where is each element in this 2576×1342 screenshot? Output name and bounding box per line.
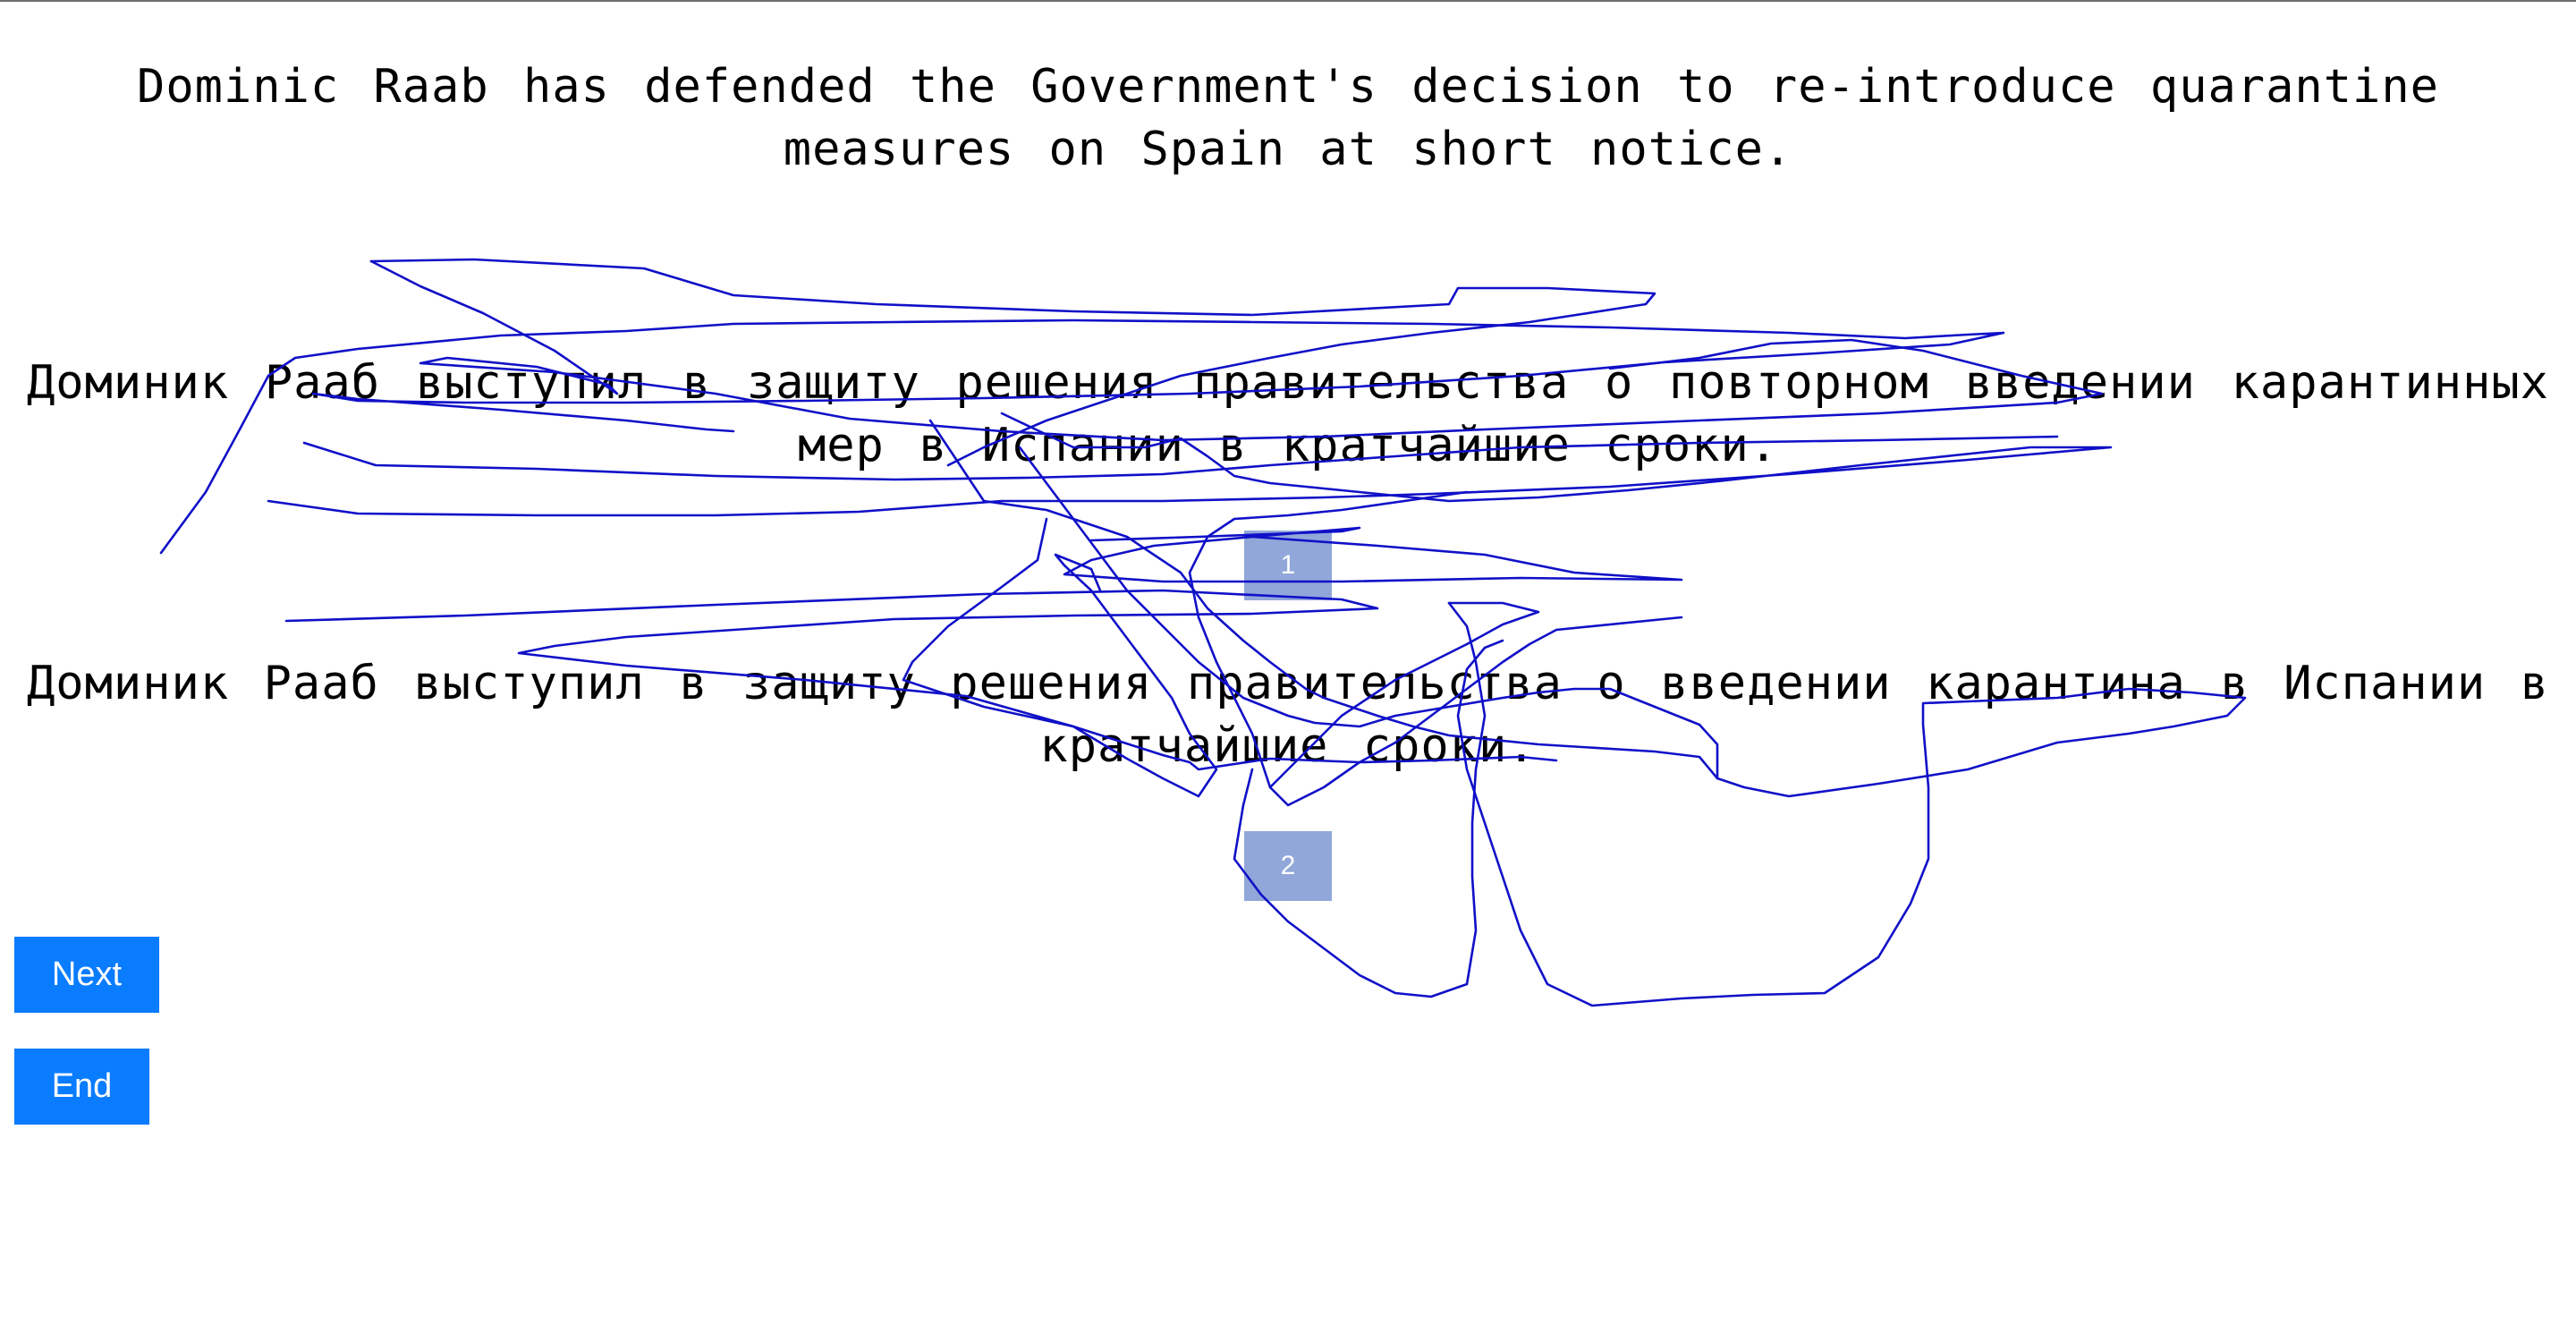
scribble-stroke (1063, 526, 1683, 583)
candidate-translation-2: Доминик Рааб выступил в защиту решения п… (27, 657, 2549, 773)
source-sentence: Dominic Raab has defended the Government… (137, 60, 2439, 176)
choose-candidate-1-button[interactable]: 1 (1244, 531, 1332, 600)
candidate-translation-1: Доминик Рааб выступил в защиту решения п… (27, 356, 2549, 472)
end-button[interactable]: End (14, 1049, 149, 1125)
next-button[interactable]: Next (14, 937, 159, 1013)
top-border (0, 0, 2576, 2)
choose-candidate-2-button[interactable]: 2 (1244, 831, 1332, 901)
